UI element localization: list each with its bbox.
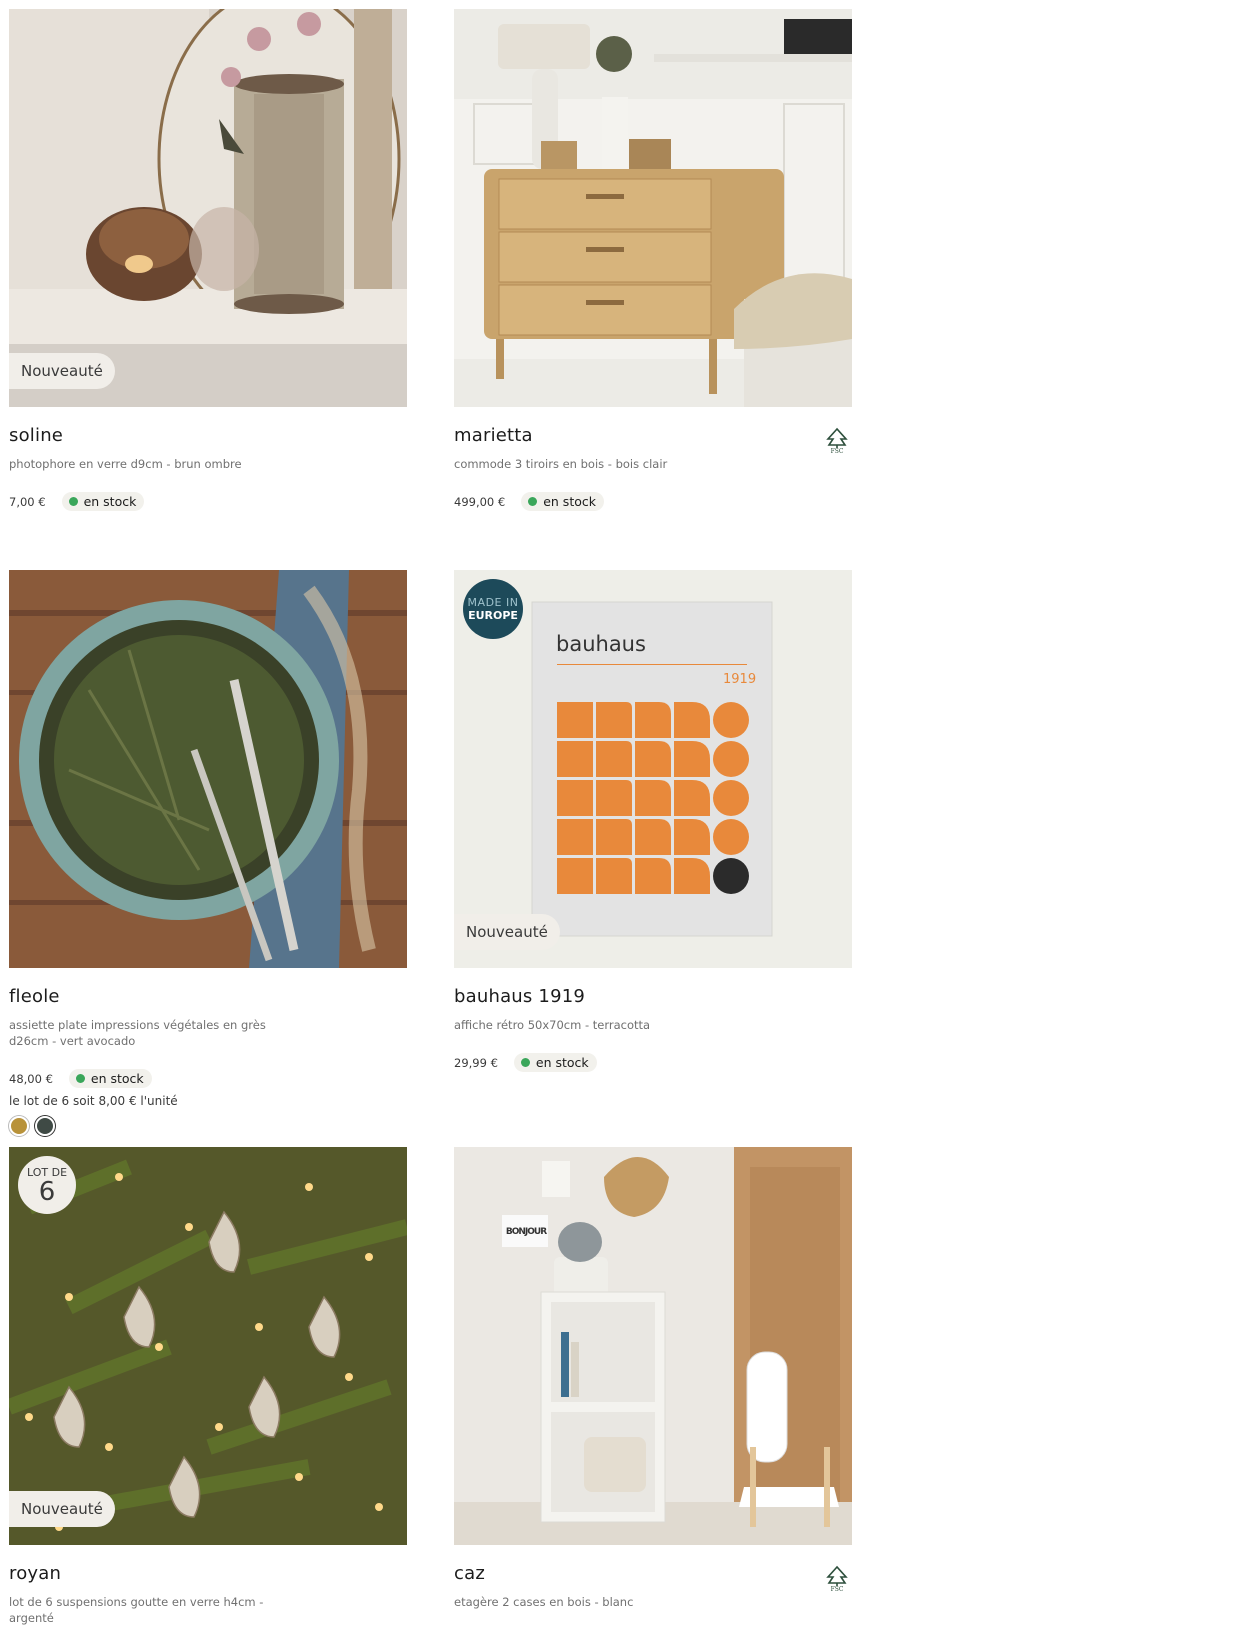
- stock-dot-icon: [528, 497, 538, 506]
- poster-year: 1919: [723, 672, 757, 687]
- product-price: 48,00 €: [9, 1071, 53, 1086]
- poster-shape: [635, 858, 671, 894]
- product-description: affiche rétro 50x70cm - terracotta: [454, 1018, 651, 1032]
- poster-shape: [557, 702, 593, 738]
- poster-shape: [713, 702, 749, 738]
- product-image[interactable]: LOT DE 6 Nouveauté: [9, 1147, 407, 1545]
- poster-shape: [635, 741, 671, 777]
- new-badge: Nouveauté: [9, 1491, 115, 1527]
- poster-shape: [674, 741, 710, 777]
- poster-title: bauhaus: [556, 632, 646, 656]
- stock-dot-icon: [520, 1058, 530, 1067]
- poster-shape: [557, 858, 593, 894]
- new-badge: Nouveauté: [9, 353, 115, 389]
- product-image[interactable]: BONJOUR: [454, 1147, 852, 1545]
- poster-shape: [713, 741, 749, 777]
- poster-shape: [713, 780, 749, 816]
- product-image[interactable]: Nouveauté: [9, 9, 407, 407]
- unit-price: le lot de 6 soit 8,00 € l'unité: [9, 1094, 178, 1108]
- product-description: etagère 2 cases en bois - blanc: [454, 1595, 634, 1609]
- stock-label: en stock: [83, 494, 137, 509]
- poster-shape: [596, 702, 632, 738]
- stock-dot-icon: [75, 1074, 85, 1083]
- stock-badge: en stock: [521, 492, 604, 511]
- product-title[interactable]: bauhaus 1919: [454, 986, 852, 1007]
- plate-image: [9, 570, 407, 968]
- product-title[interactable]: fleole: [9, 986, 407, 1007]
- poster-shape: [674, 819, 710, 855]
- color-swatch-gold[interactable]: [9, 1116, 29, 1136]
- fsc-tree-icon: FSC: [824, 1565, 850, 1593]
- product-title[interactable]: royan: [9, 1563, 407, 1584]
- poster-shape: [557, 780, 593, 816]
- product-description: commode 3 tiroirs en bois - bois clair: [454, 457, 668, 471]
- poster-shape: [557, 819, 593, 855]
- stock-badge: en stock: [513, 1053, 597, 1072]
- product-image[interactable]: [454, 9, 852, 407]
- stock-label: en stock: [535, 1055, 589, 1070]
- lot-badge: LOT DE 6: [18, 1156, 76, 1214]
- product-image[interactable]: [9, 570, 407, 968]
- stock-badge: en stock: [68, 1069, 152, 1088]
- product-title[interactable]: marietta: [454, 425, 852, 446]
- poster-shape: [674, 780, 710, 816]
- product-title[interactable]: caz: [454, 1563, 852, 1584]
- product-card-marietta[interactable]: FSC marietta commode 3 tiroirs en bois -…: [454, 9, 852, 511]
- poster-shape: [713, 858, 749, 894]
- product-card-fleole[interactable]: fleole assiette plate impressions végéta…: [9, 570, 407, 1136]
- color-swatch-green[interactable]: [35, 1116, 55, 1136]
- product-card-caz[interactable]: BONJOUR FSC caz etagère 2 cases en bois …: [454, 1147, 852, 1610]
- wall-sign: BONJOUR: [505, 1227, 547, 1237]
- poster-shape: [596, 858, 632, 894]
- product-price: 29,99 €: [454, 1055, 498, 1070]
- dresser-image: [454, 9, 852, 407]
- product-card-bauhaus-1919[interactable]: MADE IN EUROPE bauhaus 1919 Nouveauté ba…: [454, 570, 852, 1072]
- poster-shape: [596, 780, 632, 816]
- stock-label: en stock: [90, 1071, 144, 1086]
- poster-shape: [557, 741, 593, 777]
- poster-shape: [596, 741, 632, 777]
- product-card-royan[interactable]: LOT DE 6 Nouveauté royan lot de 6 suspen…: [9, 1147, 407, 1626]
- poster-shape: [635, 702, 671, 738]
- fsc-tree-icon: FSC: [824, 427, 850, 455]
- made-in-europe-badge: MADE IN EUROPE: [463, 579, 523, 639]
- poster-shape: [635, 819, 671, 855]
- stock-badge: en stock: [61, 492, 145, 511]
- color-swatches: [9, 1116, 407, 1136]
- stock-label: en stock: [543, 494, 596, 509]
- photophore-image: [9, 9, 407, 407]
- new-badge: Nouveauté: [454, 914, 560, 950]
- poster-shape: [635, 780, 671, 816]
- product-price: 7,00 €: [9, 494, 46, 509]
- product-card-soline[interactable]: Nouveauté soline photophore en verre d9c…: [9, 9, 407, 511]
- poster-shape: [674, 702, 710, 738]
- product-image[interactable]: MADE IN EUROPE bauhaus 1919 Nouveauté: [454, 570, 852, 968]
- product-description: lot de 6 suspensions goutte en verre h4c…: [9, 1595, 264, 1625]
- shelf-image: [454, 1147, 852, 1545]
- ornaments-image: [9, 1147, 407, 1545]
- product-title[interactable]: soline: [9, 425, 407, 446]
- poster-shape: [674, 858, 710, 894]
- product-price: 499,00 €: [454, 494, 506, 509]
- product-description: assiette plate impressions végétales en …: [9, 1018, 266, 1048]
- stock-dot-icon: [68, 497, 78, 506]
- product-description: photophore en verre d9cm - brun ombre: [9, 457, 242, 471]
- poster-shape: [596, 819, 632, 855]
- poster-shape: [713, 819, 749, 855]
